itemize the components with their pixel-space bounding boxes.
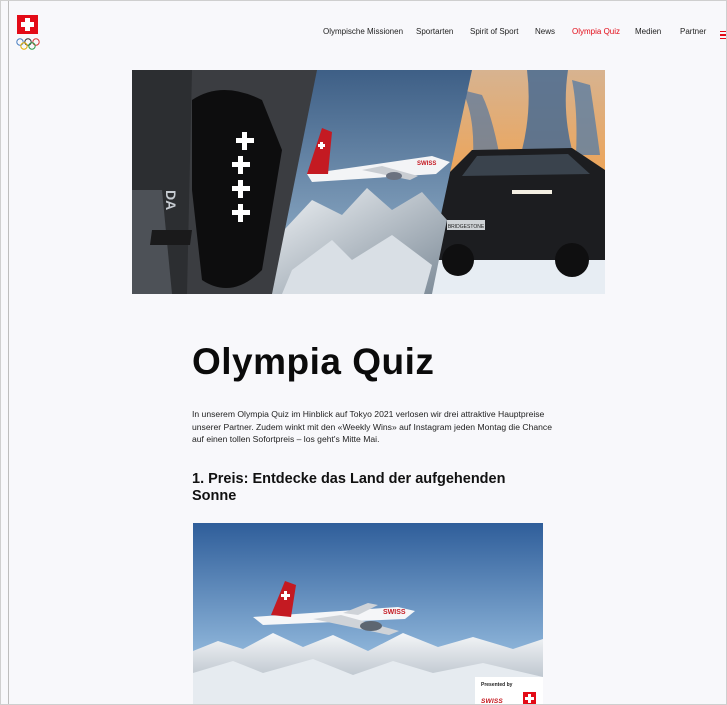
- athlete-bag-text: DA: [163, 190, 179, 210]
- nav-item-news[interactable]: News: [535, 27, 555, 36]
- nav-item-olympia-quiz[interactable]: Olympia Quiz: [572, 27, 620, 36]
- sponsor-badge: Presented by SWISS: [475, 677, 543, 705]
- nav-item-sportarten[interactable]: Sportarten: [416, 27, 453, 36]
- nav-item-spirit-of-sport[interactable]: Spirit of Sport: [470, 27, 518, 36]
- nav-item-medien[interactable]: Medien: [635, 27, 661, 36]
- nav-item-partner[interactable]: Partner: [680, 27, 706, 36]
- intro-paragraph: In unserem Olympia Quiz im Hinblick auf …: [192, 409, 553, 444]
- svg-text:BRIDGESTONE: BRIDGESTONE: [448, 224, 485, 230]
- main-navigation: Olympische Missionen Sportarten Spirit o…: [1, 27, 726, 43]
- nav-item-olympische-missionen[interactable]: Olympische Missionen: [323, 27, 403, 36]
- swiss-cross-icon: [523, 692, 536, 704]
- hero-image-collage: BRIDGESTONE SWISS DA: [132, 70, 605, 294]
- page: Olympische Missionen Sportarten Spirit o…: [0, 0, 727, 705]
- page-title: Olympia Quiz: [192, 341, 435, 382]
- svg-text:SWISS: SWISS: [417, 161, 436, 167]
- prize-heading: 1. Preis: Entdecke das Land der aufgehen…: [192, 471, 506, 504]
- swiss-logo: SWISS: [481, 698, 503, 705]
- sponsor-label: Presented by: [481, 682, 513, 688]
- frame-divider: [8, 1, 9, 704]
- hamburger-menu-icon[interactable]: [720, 31, 726, 40]
- svg-text:SWISS: SWISS: [383, 609, 406, 616]
